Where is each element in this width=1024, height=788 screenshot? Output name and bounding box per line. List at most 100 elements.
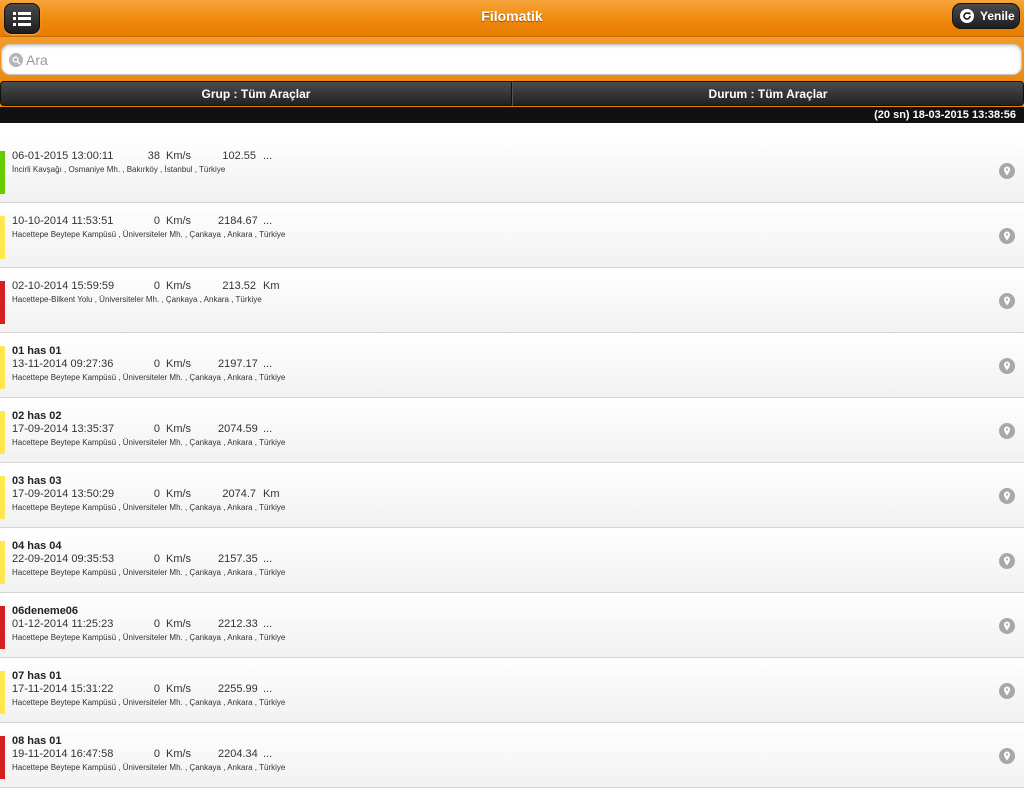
vehicle-name: 06deneme06 [12,605,79,617]
vehicle-list-item[interactable]: 02-10-2014 15:59:59 0 Km/s 213.52 Km Hac… [0,268,1024,333]
vehicle-address: Hacettepe Beytepe Kampüsü , Üniversitele… [12,633,286,642]
vehicle-odometer-unit: ... [263,683,273,695]
vehicle-speed-unit: Km/s [166,748,192,760]
vehicle-speed: 0 [153,423,160,435]
vehicle-speed-unit: Km/s [166,423,192,435]
vehicle-odometer: 2074.59 [218,423,258,435]
refresh-button[interactable]: Yenile [952,3,1020,29]
search-input[interactable] [26,49,1006,71]
vehicle-speed-unit: Km/s [166,618,192,630]
vehicle-speed-unit: Km/s [166,683,192,695]
status-indicator [0,606,5,649]
vehicle-address: Hacettepe Beytepe Kampüsü , Üniversitele… [12,438,286,447]
refresh-icon [960,9,974,23]
vehicle-odometer: 2184.67 [218,215,258,227]
vehicle-list: 06-01-2015 13:00:11 38 Km/s 102.55 ... İ… [0,138,1024,788]
vehicle-list-item[interactable]: 01 has 01 13-11-2014 09:27:36 0 Km/s 219… [0,333,1024,398]
vehicle-odometer-unit: Km [263,488,280,500]
group-filter-button[interactable]: Grup : Tüm Araçlar [0,81,512,106]
vehicle-name: 07 has 01 [12,670,62,682]
vehicle-speed: 38 [147,150,160,162]
vehicle-datetime: 17-11-2014 15:31:22 [12,683,114,695]
map-pin-icon[interactable] [999,293,1015,309]
vehicle-odometer: 2204.34 [218,748,258,760]
vehicle-name: 08 has 01 [12,735,62,747]
vehicle-speed: 0 [153,618,160,630]
refresh-label: Yenile [980,9,1015,23]
map-pin-icon[interactable] [999,553,1015,569]
vehicle-odometer-unit: ... [263,423,273,435]
vehicle-datetime: 22-09-2014 09:35:53 [12,553,115,565]
vehicle-list-item[interactable]: 07 has 01 17-11-2014 15:31:22 0 Km/s 225… [0,658,1024,723]
vehicle-speed: 0 [153,553,160,565]
vehicle-speed-unit: Km/s [166,488,192,500]
vehicle-name: 03 has 03 [12,475,62,487]
vehicle-address: Hacettepe Beytepe Kampüsü , Üniversitele… [12,373,286,382]
vehicle-odometer: 2197.17 [218,358,258,370]
vehicle-address: Hacettepe Beytepe Kampüsü , Üniversitele… [12,698,286,707]
vehicle-speed-unit: Km/s [166,150,192,162]
status-indicator [0,411,5,454]
vehicle-list-item[interactable]: 06-01-2015 13:00:11 38 Km/s 102.55 ... İ… [0,138,1024,203]
vehicle-odometer: 213.52 [222,280,256,292]
vehicle-speed-unit: Km/s [166,215,192,227]
status-indicator [0,151,5,194]
vehicle-datetime: 17-09-2014 13:50:29 [12,488,115,500]
map-pin-icon[interactable] [999,488,1015,504]
status-indicator [0,216,5,259]
status-indicator [0,671,5,714]
status-indicator [0,736,5,779]
vehicle-odometer-unit: ... [263,150,273,162]
last-update-status: (20 sn) 18-03-2015 13:38:56 [0,107,1024,123]
vehicle-name: 01 has 01 [12,345,62,357]
vehicle-datetime: 13-11-2014 09:27:36 [12,358,114,370]
vehicle-odometer-unit: ... [263,748,273,760]
status-indicator [0,541,5,584]
vehicle-odometer-unit: ... [263,618,273,630]
vehicle-odometer: 2157.35 [218,553,258,565]
vehicle-address: Hacettepe Beytepe Kampüsü , Üniversitele… [12,568,286,577]
map-pin-icon[interactable] [999,163,1015,179]
vehicle-list-item[interactable]: 04 has 04 22-09-2014 09:35:53 0 Km/s 215… [0,528,1024,593]
vehicle-odometer: 2074.7 [222,488,256,500]
vehicle-name: 04 has 04 [12,540,62,552]
app-header: Filomatik Yenile [0,0,1024,37]
map-pin-icon[interactable] [999,618,1015,634]
search-icon [9,53,23,67]
vehicle-datetime: 01-12-2014 11:25:23 [12,618,114,630]
map-pin-icon[interactable] [999,423,1015,439]
status-indicator [0,346,5,389]
vehicle-list-item[interactable]: 02 has 02 17-09-2014 13:35:37 0 Km/s 207… [0,398,1024,463]
vehicle-datetime: 10-10-2014 11:53:51 [12,215,114,227]
vehicle-address: İncirli Kavşağı , Osmaniye Mh. , Bakırkö… [12,165,226,174]
vehicle-datetime: 19-11-2014 16:47:58 [12,748,114,760]
vehicle-list-item[interactable]: 03 has 03 17-09-2014 13:50:29 0 Km/s 207… [0,463,1024,528]
vehicle-odometer: 2255.99 [218,683,258,695]
filter-bar: Grup : Tüm Araçlar Durum : Tüm Araçlar [0,81,1024,107]
vehicle-list-item[interactable]: 06deneme06 01-12-2014 11:25:23 0 Km/s 22… [0,593,1024,658]
map-pin-icon[interactable] [999,683,1015,699]
map-pin-icon[interactable] [999,358,1015,374]
vehicle-speed-unit: Km/s [166,280,192,292]
vehicle-datetime: 17-09-2014 13:35:37 [12,423,115,435]
vehicle-speed-unit: Km/s [166,553,192,565]
vehicle-odometer: 102.55 [222,150,256,162]
map-pin-icon[interactable] [999,748,1015,764]
vehicle-odometer-unit: ... [263,553,273,565]
map-pin-icon[interactable] [999,228,1015,244]
status-filter-button[interactable]: Durum : Tüm Araçlar [512,81,1024,106]
vehicle-address: Hacettepe-Bilkent Yolu , Üniversiteler M… [12,295,262,304]
vehicle-list-item[interactable]: 10-10-2014 11:53:51 0 Km/s 2184.67 ... H… [0,203,1024,268]
status-indicator [0,476,5,519]
vehicle-odometer-unit: ... [263,215,273,227]
app-title: Filomatik [481,8,543,24]
vehicle-odometer: 2212.33 [218,618,258,630]
vehicle-list-item[interactable]: 08 has 01 19-11-2014 16:47:58 0 Km/s 220… [0,723,1024,788]
vehicle-speed: 0 [153,215,160,227]
vehicle-speed: 0 [153,280,160,292]
search-bar [0,37,1024,81]
vehicle-datetime: 06-01-2015 13:00:11 [12,150,114,162]
search-box[interactable] [1,44,1022,75]
vehicle-address: Hacettepe Beytepe Kampüsü , Üniversitele… [12,503,286,512]
vehicle-speed-unit: Km/s [166,358,192,370]
